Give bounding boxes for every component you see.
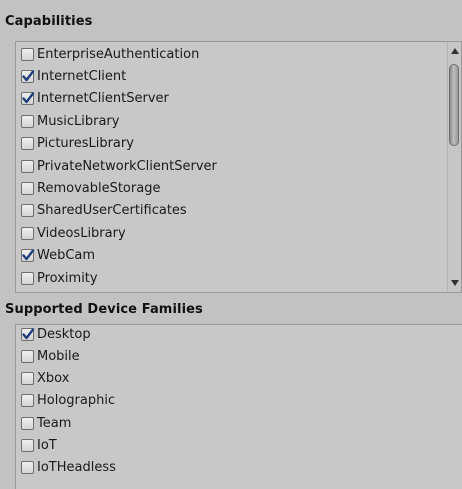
checkbox[interactable] — [21, 372, 34, 386]
checkbox[interactable] — [21, 159, 34, 173]
list-item[interactable]: InternetClient — [21, 65, 126, 87]
device-families-header: Supported Device Families — [5, 302, 203, 317]
list-item-label: Holographic — [37, 393, 116, 409]
checkmark-icon — [22, 70, 35, 82]
checkbox[interactable] — [21, 47, 34, 61]
checkmark-icon — [22, 327, 35, 339]
list-item-label: RemovableStorage — [37, 180, 161, 196]
list-item[interactable]: SharedUserCertificates — [21, 200, 187, 222]
list-item-label: VideosLibrary — [37, 225, 126, 241]
scroll-up-arrow-icon[interactable] — [448, 44, 461, 58]
list-item[interactable]: MusicLibrary — [21, 110, 119, 132]
list-item-label: Desktop — [37, 326, 91, 342]
list-item[interactable]: IoT — [21, 435, 57, 457]
list-item-label: PrivateNetworkClientServer — [37, 158, 217, 174]
checkmark-icon — [22, 249, 35, 261]
list-item-label: Team — [37, 415, 72, 431]
list-item-label: WebCam — [37, 248, 96, 264]
checkbox[interactable] — [21, 249, 35, 263]
list-item[interactable]: Mobile — [21, 345, 80, 367]
list-item-label: IoT — [37, 438, 57, 453]
list-item[interactable]: EnterpriseAuthentication — [21, 43, 199, 65]
list-item-label: Proximity — [37, 270, 98, 286]
list-item-label: InternetClientServer — [37, 91, 169, 107]
checkbox[interactable] — [21, 226, 34, 240]
list-item[interactable]: Proximity — [21, 267, 98, 289]
list-item[interactable]: IoTHeadless — [21, 457, 116, 479]
list-item-label: InternetClient — [37, 68, 127, 84]
list-item-label: Mobile — [37, 348, 80, 364]
list-item[interactable]: RemovableStorage — [21, 177, 160, 199]
list-item-label: EnterpriseAuthentication — [37, 46, 200, 62]
scroll-thumb[interactable] — [449, 64, 459, 146]
checkmark-icon — [22, 92, 35, 104]
list-item[interactable]: Xbox — [21, 368, 69, 390]
list-item-label: SharedUserCertificates — [37, 203, 187, 219]
checkbox[interactable] — [21, 439, 34, 452]
scroll-down-arrow-icon[interactable] — [448, 276, 461, 290]
list-item[interactable]: PrivateNetworkClientServer — [21, 155, 217, 177]
device-families-list[interactable]: Desktop Mobile Xbox Holographic Team IoT IoTHe… — [15, 324, 462, 489]
list-item-label: Xbox — [37, 371, 70, 387]
list-item-label: MusicLibrary — [37, 113, 120, 129]
checkbox[interactable] — [21, 349, 34, 363]
list-item[interactable]: InternetClientServer — [21, 88, 169, 110]
list-item[interactable]: Holographic — [21, 390, 115, 412]
checkbox[interactable] — [21, 204, 34, 218]
capabilities-scrollbar[interactable] — [447, 42, 461, 292]
list-item[interactable]: WebCam — [21, 245, 95, 267]
checkbox[interactable] — [21, 114, 34, 128]
checkbox[interactable] — [21, 416, 34, 430]
list-item-label: IoTHeadless — [37, 460, 116, 476]
list-item[interactable]: Desktop — [21, 323, 91, 345]
checkbox[interactable] — [21, 92, 35, 106]
checkbox[interactable] — [21, 69, 35, 83]
checkbox[interactable] — [21, 327, 35, 341]
checkbox[interactable] — [21, 181, 34, 195]
list-item-label: PicturesLibrary — [37, 136, 134, 152]
capabilities-header: Capabilities — [5, 14, 93, 29]
list-item[interactable]: VideosLibrary — [21, 222, 126, 244]
checkbox[interactable] — [21, 461, 34, 475]
capabilities-list[interactable]: EnterpriseAuthentication InternetClient In… — [15, 41, 462, 293]
list-item[interactable]: Team — [21, 412, 71, 434]
capabilities-panel: Capabilities EnterpriseAuthentication Int… — [0, 0, 462, 489]
list-item[interactable]: PicturesLibrary — [21, 133, 134, 155]
checkbox[interactable] — [21, 394, 34, 408]
checkbox[interactable] — [21, 137, 34, 151]
checkbox[interactable] — [21, 271, 34, 285]
